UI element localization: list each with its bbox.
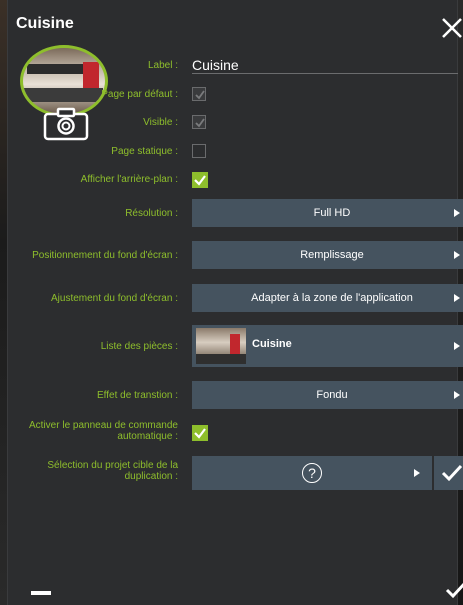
auto-panel-checkbox[interactable]: [192, 425, 208, 441]
label-label: Label :: [147, 60, 178, 71]
default-page-label: Page par défaut :: [101, 89, 178, 100]
room-list-label: Liste des pièces :: [100, 341, 178, 352]
transition-select[interactable]: Fondu: [192, 381, 463, 409]
chevron-right-icon: [454, 251, 460, 259]
resolution-label: Résolution :: [125, 208, 178, 219]
default-page-checkbox[interactable]: [192, 87, 206, 101]
show-background-label: Afficher l'arrière-plan :: [80, 174, 178, 185]
static-page-checkbox[interactable]: [192, 144, 206, 158]
chevron-right-icon: [454, 342, 460, 350]
wallpaper-position-row: Positionnement du fond d'écran : Remplis…: [16, 241, 463, 269]
wallpaper-fit-label: Ajustement du fond d'écran :: [51, 293, 178, 304]
room-list-select[interactable]: Cuisine: [192, 325, 463, 367]
static-page-label: Page statique :: [111, 146, 178, 157]
wallpaper-position-label: Positionnement du fond d'écran :: [32, 250, 178, 261]
static-page-row: Page statique :: [16, 144, 456, 160]
wallpaper-fit-value: Adapter à la zone de l'application: [251, 292, 413, 304]
target-project-label: Sélection du projet cible de la duplicat…: [47, 460, 178, 482]
visible-label: Visible :: [143, 117, 178, 128]
room-list-row: Liste des pièces : Cuisine: [16, 325, 463, 367]
confirm-target-button[interactable]: [434, 456, 463, 490]
background-left-edge: [0, 0, 7, 605]
minus-icon[interactable]: [31, 591, 51, 595]
chevron-right-icon: [454, 209, 460, 217]
visible-checkbox[interactable]: [192, 115, 206, 129]
auto-panel-label: Activer le panneau de commande automatiq…: [29, 420, 178, 442]
page-settings-dialog: Cuisine Label : Cuisine Page par défaut …: [7, 0, 463, 605]
target-project-row: Sélection du projet cible de la duplicat…: [16, 456, 463, 490]
room-thumbnail: [196, 328, 246, 364]
default-page-row: Page par défaut :: [16, 87, 456, 103]
wallpaper-fit-row: Ajustement du fond d'écran : Adapter à l…: [16, 284, 463, 312]
question-circle-icon: ?: [302, 463, 322, 483]
target-project-select[interactable]: ?: [192, 456, 432, 490]
label-row: Label : Cuisine: [16, 57, 458, 75]
close-icon[interactable]: [439, 15, 463, 41]
dialog-title: Cuisine: [16, 15, 74, 32]
check-icon: [441, 464, 463, 482]
wallpaper-position-select[interactable]: Remplissage: [192, 241, 463, 269]
resolution-row: Résolution : Full HD: [16, 199, 463, 227]
auto-panel-row: Activer le panneau de commande automatiq…: [16, 420, 456, 444]
visible-row: Visible :: [16, 115, 456, 131]
label-input[interactable]: Cuisine: [192, 57, 458, 74]
show-background-checkbox[interactable]: [192, 172, 208, 188]
room-list-value: Cuisine: [252, 338, 292, 350]
transition-label: Effet de transtion :: [97, 390, 178, 401]
show-background-row: Afficher l'arrière-plan :: [16, 172, 456, 188]
wallpaper-position-value: Remplissage: [300, 249, 364, 261]
transition-value: Fondu: [316, 389, 348, 401]
chevron-right-icon: [454, 294, 460, 302]
wallpaper-fit-select[interactable]: Adapter à la zone de l'application: [192, 284, 463, 312]
chevron-right-icon: [414, 469, 420, 477]
check-icon[interactable]: [445, 580, 463, 600]
transition-row: Effet de transtion : Fondu: [16, 381, 463, 409]
chevron-right-icon: [454, 391, 460, 399]
resolution-value: Full HD: [313, 207, 351, 219]
resolution-select[interactable]: Full HD: [192, 199, 463, 227]
